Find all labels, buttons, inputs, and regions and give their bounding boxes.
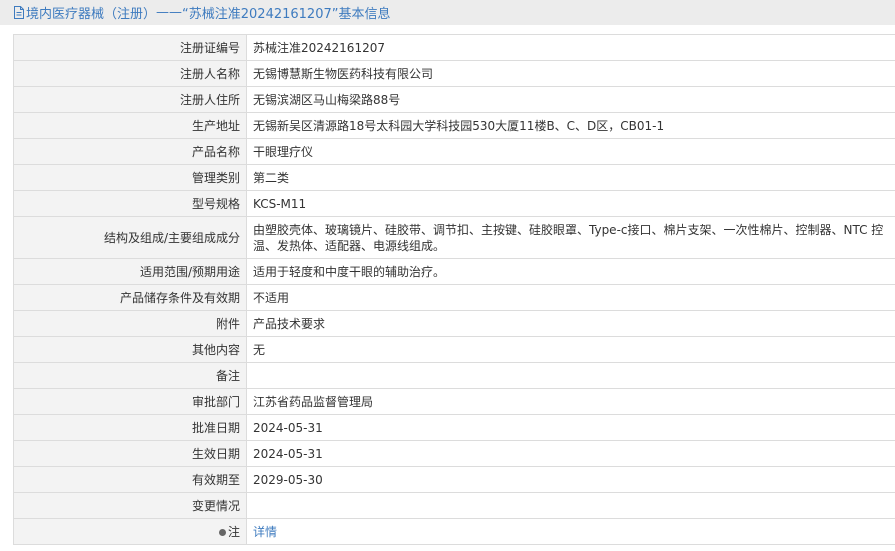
row-value: 无锡博慧斯生物医药科技有限公司 (246, 60, 895, 87)
table-row: 适用范围/预期用途 适用于轻度和中度干眼的辅助治疗。 (13, 258, 895, 285)
header-title: “苏械注准20242161207”基本信息 (182, 7, 391, 22)
table-row: 管理类别 第二类 (13, 164, 895, 191)
table-row: 审批部门 江苏省药品监督管理局 (13, 388, 895, 415)
row-value: 2024-05-31 (246, 414, 895, 441)
row-value: 第二类 (246, 164, 895, 191)
row-value: 2024-05-31 (246, 440, 895, 467)
bullet-icon (218, 528, 226, 536)
table-row: 其他内容 无 (13, 336, 895, 363)
note-label: 注 (227, 524, 240, 539)
document-icon (13, 6, 25, 19)
table-row: 备注 (13, 362, 895, 389)
row-value: 适用于轻度和中度干眼的辅助治疗。 (246, 258, 895, 285)
row-value: 无锡新吴区清源路18号太科园大学科技园530大厦11楼B、C、D区，CB01-1 (246, 112, 895, 139)
note-row: 注 详情 (13, 518, 895, 545)
table-row: 注册人住所 无锡滨湖区马山梅梁路88号 (13, 86, 895, 113)
table-row: 批准日期 2024-05-31 (13, 414, 895, 441)
row-label: 生效日期 (13, 440, 247, 467)
page-header: 境内医疗器械（注册） —— “苏械注准20242161207”基本信息 (0, 0, 895, 25)
table-row: 注册证编号 苏械注准20242161207 (13, 34, 895, 61)
row-label: 变更情况 (13, 492, 247, 519)
table-row: 结构及组成/主要组成成分 由塑胶壳体、玻璃镜片、硅胶带、调节扣、主按键、硅胶眼罩… (13, 216, 895, 259)
row-label: 有效期至 (13, 466, 247, 493)
info-table-container: 注册证编号 苏械注准20242161207 注册人名称 无锡博慧斯生物医药科技有… (0, 25, 895, 545)
row-label: 管理类别 (13, 164, 247, 191)
row-value (246, 362, 895, 389)
row-label: 备注 (13, 362, 247, 389)
row-value: 2029-05-30 (246, 466, 895, 493)
row-label: 附件 (13, 310, 247, 337)
row-value: 苏械注准20242161207 (246, 34, 895, 61)
row-value: KCS-M11 (246, 190, 895, 217)
table-row: 产品名称 干眼理疗仪 (13, 138, 895, 165)
table-row: 产品储存条件及有效期 不适用 (13, 284, 895, 311)
note-label-cell: 注 (13, 518, 247, 545)
row-value: 无 (246, 336, 895, 363)
table-row: 变更情况 (13, 492, 895, 519)
row-label: 适用范围/预期用途 (13, 258, 247, 285)
table-row: 型号规格 KCS-M11 (13, 190, 895, 217)
row-label: 审批部门 (13, 388, 247, 415)
row-label: 结构及组成/主要组成成分 (13, 216, 247, 259)
row-label: 其他内容 (13, 336, 247, 363)
row-label: 注册人住所 (13, 86, 247, 113)
row-value: 产品技术要求 (246, 310, 895, 337)
table-row: 生效日期 2024-05-31 (13, 440, 895, 467)
row-label: 型号规格 (13, 190, 247, 217)
row-value: 不适用 (246, 284, 895, 311)
row-label: 注册证编号 (13, 34, 247, 61)
row-label: 生产地址 (13, 112, 247, 139)
row-value (246, 492, 895, 519)
row-label: 产品储存条件及有效期 (13, 284, 247, 311)
row-label: 批准日期 (13, 414, 247, 441)
row-value: 无锡滨湖区马山梅梁路88号 (246, 86, 895, 113)
row-label: 注册人名称 (13, 60, 247, 87)
note-value-cell: 详情 (246, 518, 895, 545)
row-value: 干眼理疗仪 (246, 138, 895, 165)
detail-link[interactable]: 详情 (253, 525, 277, 539)
row-value: 江苏省药品监督管理局 (246, 388, 895, 415)
table-row: 注册人名称 无锡博慧斯生物医药科技有限公司 (13, 60, 895, 87)
table-row: 附件 产品技术要求 (13, 310, 895, 337)
info-table: 注册证编号 苏械注准20242161207 注册人名称 无锡博慧斯生物医药科技有… (13, 34, 895, 545)
row-value: 由塑胶壳体、玻璃镜片、硅胶带、调节扣、主按键、硅胶眼罩、Type-c接口、棉片支… (246, 216, 895, 259)
row-label: 产品名称 (13, 138, 247, 165)
table-row: 生产地址 无锡新吴区清源路18号太科园大学科技园530大厦11楼B、C、D区，C… (13, 112, 895, 139)
header-prefix: 境内医疗器械（注册） (26, 7, 157, 22)
table-row: 有效期至 2029-05-30 (13, 466, 895, 493)
header-separator: —— (156, 5, 183, 20)
